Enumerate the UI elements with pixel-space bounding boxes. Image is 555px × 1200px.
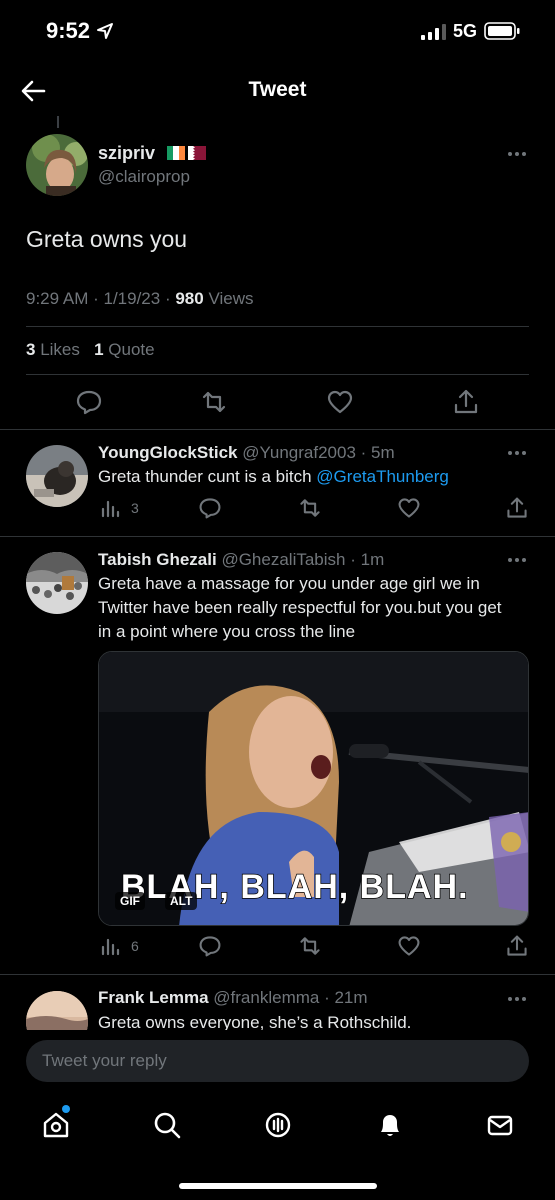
more-options-icon[interactable] bbox=[507, 450, 527, 456]
avatar[interactable] bbox=[26, 552, 88, 614]
more-options-icon[interactable] bbox=[507, 996, 527, 1002]
retweet-icon[interactable] bbox=[298, 496, 322, 520]
cellular-signal-icon bbox=[421, 24, 446, 40]
display-name[interactable]: Frank Lemma bbox=[98, 988, 209, 1007]
like-heart-icon[interactable] bbox=[326, 388, 354, 416]
avatar[interactable] bbox=[26, 991, 88, 1030]
divider bbox=[0, 429, 555, 430]
retweet-icon[interactable] bbox=[298, 934, 322, 958]
share-icon[interactable] bbox=[505, 496, 529, 520]
quotes-stat[interactable]: 1 Quote bbox=[94, 340, 155, 359]
messages-icon[interactable] bbox=[485, 1110, 515, 1140]
divider bbox=[0, 536, 555, 537]
retweet-icon[interactable] bbox=[200, 388, 228, 416]
network-type: 5G bbox=[453, 21, 478, 41]
user-handle[interactable]: @GhezaliTabish bbox=[221, 550, 345, 569]
views-label[interactable]: Views bbox=[208, 289, 253, 308]
user-handle[interactable]: @franklemma bbox=[213, 988, 319, 1007]
home-notification-dot bbox=[62, 1105, 70, 1113]
views-count: 6 bbox=[131, 938, 139, 954]
tweet-time: 9:29 AM bbox=[26, 289, 89, 308]
location-arrow-icon bbox=[97, 23, 113, 39]
reply-3-clip: Frank Lemma @franklemma · 21m Greta owns… bbox=[0, 975, 555, 1030]
likes-stat[interactable]: 3 Likes bbox=[26, 340, 80, 359]
status-time: 9:52 bbox=[46, 18, 91, 43]
search-icon[interactable] bbox=[152, 1110, 182, 1140]
display-name[interactable]: Tabish Ghezali bbox=[98, 550, 217, 569]
reply-header: YoungGlockStick @Yungraf2003 · 5m bbox=[98, 443, 395, 462]
page-title: Tweet bbox=[248, 78, 307, 101]
ireland-flag-icon bbox=[167, 146, 185, 160]
avatar[interactable] bbox=[26, 134, 88, 196]
reply-header: Frank Lemma @franklemma · 21m bbox=[98, 988, 368, 1007]
likes-count: 3 bbox=[26, 340, 36, 359]
notifications-icon[interactable] bbox=[375, 1110, 405, 1140]
gif-badge[interactable]: GIF bbox=[115, 892, 145, 910]
reply-age: 5m bbox=[371, 443, 395, 462]
thread-connector bbox=[57, 116, 59, 128]
reply-age: 21m bbox=[334, 988, 368, 1007]
avatar[interactable] bbox=[26, 445, 88, 507]
likes-label: Likes bbox=[40, 340, 80, 359]
tweet-text: Greta owns you bbox=[26, 226, 188, 252]
home-icon[interactable] bbox=[41, 1110, 71, 1140]
like-heart-icon[interactable] bbox=[397, 496, 421, 520]
reply-age: 1m bbox=[360, 550, 385, 569]
tweet-stats: 3 Likes 1 Quote bbox=[26, 340, 155, 360]
reply-icon[interactable] bbox=[198, 934, 222, 958]
views-analytics-icon[interactable] bbox=[99, 936, 121, 958]
gif-media[interactable]: BLAH, BLAH, BLAH. GIF ALT bbox=[98, 651, 529, 926]
reply-text: Greta thunder cunt is a bitch bbox=[98, 467, 312, 486]
quotes-count: 1 bbox=[94, 340, 104, 359]
views-count: 980 bbox=[175, 289, 204, 308]
reply-icon[interactable] bbox=[75, 388, 103, 416]
reply-icon[interactable] bbox=[198, 496, 222, 520]
tweet-meta: 9:29 AM · 1/19/23 · 980 Views bbox=[26, 289, 254, 308]
home-indicator[interactable] bbox=[179, 1183, 377, 1189]
mention-link[interactable]: @GretaThunberg bbox=[316, 467, 449, 486]
reply-header: Tabish Ghezali @GhezaliTabish · 1m bbox=[98, 550, 385, 569]
divider bbox=[26, 374, 529, 375]
reply-text-line: Greta thunder cunt is a bitch @GretaThun… bbox=[98, 465, 518, 489]
share-icon[interactable] bbox=[505, 934, 529, 958]
more-options-icon[interactable] bbox=[507, 151, 527, 157]
battery-icon bbox=[484, 22, 520, 40]
views-analytics-icon[interactable] bbox=[99, 498, 121, 520]
display-name[interactable]: YoungGlockStick bbox=[98, 443, 238, 462]
like-heart-icon[interactable] bbox=[397, 934, 421, 958]
share-icon[interactable] bbox=[452, 388, 480, 416]
tweet-date: 1/19/23 bbox=[103, 289, 161, 308]
quotes-label: Quote bbox=[108, 340, 155, 359]
reply-input-placeholder: Tweet your reply bbox=[42, 1051, 167, 1070]
qatar-flag-icon bbox=[188, 146, 206, 160]
reply-text: Greta have a massage for you under age g… bbox=[98, 574, 502, 641]
user-handle[interactable]: @Yungraf2003 bbox=[242, 443, 356, 462]
views-count: 3 bbox=[131, 500, 139, 516]
alt-badge[interactable]: ALT bbox=[165, 892, 198, 910]
user-handle[interactable]: @clairoprop bbox=[98, 167, 190, 187]
more-options-icon[interactable] bbox=[507, 557, 527, 563]
display-name[interactable]: szipriv bbox=[98, 143, 155, 164]
reply-text: Greta owns everyone, she’s a Rothschild. bbox=[98, 1013, 412, 1030]
status-bar: 9:52 5G bbox=[0, 0, 555, 64]
spaces-icon[interactable] bbox=[263, 1110, 293, 1140]
divider bbox=[26, 326, 529, 327]
